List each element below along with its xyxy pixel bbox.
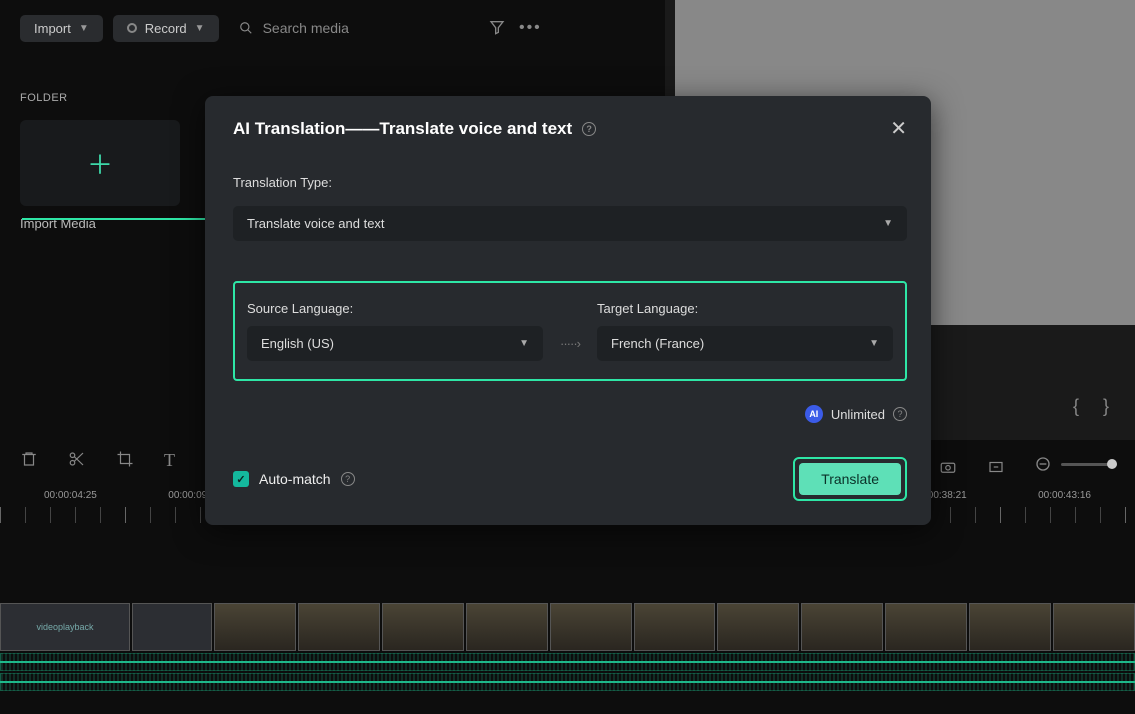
- translation-type-section: Translation Type: Translate voice and te…: [233, 175, 907, 241]
- dialog-title-text: AI Translation——Translate voice and text: [233, 119, 572, 139]
- import-button[interactable]: Import ▼: [20, 15, 103, 42]
- chevron-down-icon: ▼: [79, 23, 89, 34]
- help-icon[interactable]: ?: [341, 472, 355, 486]
- trash-icon[interactable]: [20, 450, 38, 468]
- dialog-title: AI Translation——Translate voice and text…: [233, 119, 596, 139]
- search-input-wrap[interactable]: Search media: [229, 14, 359, 42]
- zoom-slider[interactable]: [1061, 463, 1117, 466]
- translation-type-label: Translation Type:: [233, 175, 907, 190]
- timeline-extra-icons: [939, 458, 1005, 476]
- scissors-icon[interactable]: [68, 450, 86, 468]
- ai-translation-dialog: AI Translation——Translate voice and text…: [205, 96, 931, 525]
- video-clip[interactable]: [382, 603, 464, 651]
- translate-button-label: Translate: [821, 471, 879, 487]
- video-clip[interactable]: [550, 603, 632, 651]
- annotation-arrow: [22, 213, 224, 225]
- text-tool-icon[interactable]: T: [164, 450, 182, 468]
- more-icon[interactable]: •••: [519, 19, 542, 37]
- filter-icon[interactable]: [489, 19, 505, 35]
- import-media-tile[interactable]: ＋: [20, 120, 180, 206]
- translate-button[interactable]: Translate: [799, 463, 901, 495]
- unlimited-badge-row: AI Unlimited ?: [233, 405, 907, 423]
- chevron-down-icon: ▼: [869, 338, 879, 349]
- translation-type-select[interactable]: Translate voice and text ▼: [233, 206, 907, 241]
- translate-button-highlight: Translate: [793, 457, 907, 501]
- record-button[interactable]: Record ▼: [113, 15, 219, 42]
- check-icon: ✓: [233, 471, 249, 487]
- help-icon[interactable]: ?: [582, 122, 596, 136]
- source-language-value: English (US): [261, 336, 334, 351]
- record-label: Record: [145, 21, 187, 36]
- edit-tool-row: T: [20, 450, 182, 468]
- target-language-value: French (France): [611, 336, 704, 351]
- crop-icon[interactable]: [116, 450, 134, 468]
- automatch-label: Auto-match: [259, 471, 331, 487]
- video-clip[interactable]: [634, 603, 716, 651]
- ai-icon: AI: [805, 405, 823, 423]
- source-language-label: Source Language:: [247, 301, 543, 316]
- time-label: 00:00:43:16: [1038, 490, 1091, 501]
- toolbar-extra: •••: [489, 19, 542, 37]
- video-clip[interactable]: [298, 603, 380, 651]
- search-icon: [239, 21, 253, 35]
- target-language-label: Target Language:: [597, 301, 893, 316]
- camera-icon[interactable]: [939, 458, 957, 476]
- fit-icon[interactable]: [987, 458, 1005, 476]
- clip-filename: videoplayback: [36, 622, 93, 632]
- arrow-right-icon: ·····›: [555, 336, 585, 351]
- dialog-footer: ✓ Auto-match ? Translate: [233, 457, 907, 501]
- video-clip[interactable]: [717, 603, 799, 651]
- automatch-checkbox[interactable]: ✓ Auto-match ?: [233, 471, 355, 487]
- dialog-header: AI Translation——Translate voice and text…: [233, 116, 907, 141]
- video-clip[interactable]: [969, 603, 1051, 651]
- chevron-down-icon: ▼: [883, 218, 893, 229]
- language-section-highlight: Source Language: Target Language: Englis…: [233, 281, 907, 381]
- video-clip[interactable]: [214, 603, 296, 651]
- close-brace: }: [1103, 396, 1109, 417]
- import-label: Import: [34, 21, 71, 36]
- source-language-select[interactable]: English (US) ▼: [247, 326, 543, 361]
- clips-row[interactable]: videoplayback: [0, 603, 1135, 651]
- unlimited-label: Unlimited: [831, 407, 885, 422]
- search-placeholder: Search media: [263, 20, 349, 36]
- chevron-down-icon: ▼: [519, 338, 529, 349]
- record-icon: [127, 23, 137, 33]
- close-icon[interactable]: ✕: [890, 116, 907, 141]
- zoom-thumb[interactable]: [1107, 459, 1117, 469]
- video-clip[interactable]: [885, 603, 967, 651]
- plus-icon: ＋: [87, 145, 113, 182]
- video-clip[interactable]: [1053, 603, 1135, 651]
- video-clip[interactable]: [466, 603, 548, 651]
- open-brace: {: [1073, 396, 1079, 417]
- help-icon[interactable]: ?: [893, 407, 907, 421]
- translation-type-value: Translate voice and text: [247, 216, 385, 231]
- video-clip[interactable]: [132, 603, 212, 651]
- zoom-control[interactable]: [1035, 456, 1117, 472]
- zoom-out-icon[interactable]: [1035, 456, 1051, 472]
- braces-indicator: { }: [1073, 396, 1109, 417]
- audio-waveform[interactable]: [0, 653, 1135, 671]
- target-language-select[interactable]: French (France) ▼: [597, 326, 893, 361]
- time-label: 00:00:04:25: [44, 490, 97, 501]
- video-clip[interactable]: [801, 603, 883, 651]
- chevron-down-icon: ▼: [195, 23, 205, 34]
- audio-waveform[interactable]: [0, 673, 1135, 691]
- video-clip[interactable]: videoplayback: [0, 603, 130, 651]
